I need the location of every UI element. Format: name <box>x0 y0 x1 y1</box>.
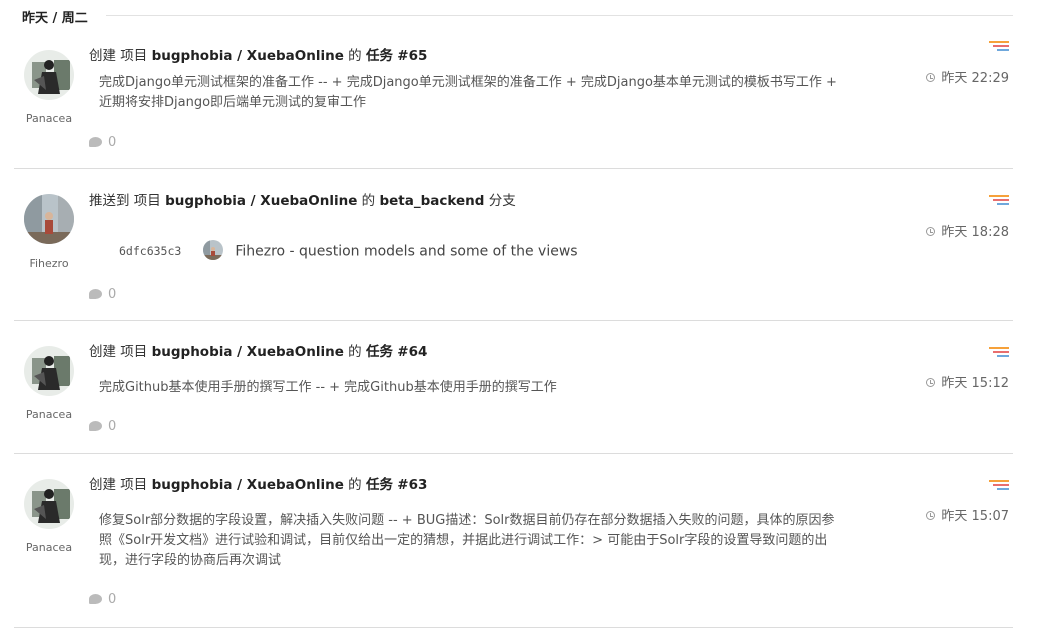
commit-message: Fihezro - question models and some of th… <box>235 243 578 260</box>
comment-count[interactable]: 0 <box>89 419 116 434</box>
fihezro-avatar-icon <box>24 194 74 244</box>
user-avatar[interactable] <box>24 194 74 244</box>
target-type: 分支 <box>488 193 516 209</box>
project-link[interactable]: bugphobia / XuebaOnline <box>152 477 344 493</box>
panacea-avatar-icon <box>24 346 74 396</box>
event-item: Panacea 创建 项目 bugphobia / XuebaOnline 的 … <box>14 454 1013 628</box>
event-time-text: 昨天 15:12 <box>941 376 1009 391</box>
target-type: 任务 <box>365 344 393 360</box>
event-time-text: 昨天 18:28 <box>941 225 1009 240</box>
user-name[interactable]: Panacea <box>14 541 84 554</box>
user-avatar[interactable] <box>24 479 74 529</box>
comment-icon <box>89 421 102 431</box>
comment-count-text: 0 <box>108 287 117 302</box>
comment-count[interactable]: 0 <box>89 592 116 607</box>
user-avatar[interactable] <box>24 346 74 396</box>
comment-count-text: 0 <box>108 592 117 607</box>
event-of: 的 <box>361 193 376 209</box>
issue-type-icon <box>989 347 1009 361</box>
event-action: 创建 项目 <box>89 48 148 64</box>
event-item: Panacea 创建 项目 bugphobia / XuebaOnline 的 … <box>14 26 1013 169</box>
event-action: 创建 项目 <box>89 344 148 360</box>
issue-type-icon <box>989 480 1009 494</box>
project-link[interactable]: bugphobia / XuebaOnline <box>165 193 357 209</box>
push-type-icon <box>989 195 1009 209</box>
comment-count[interactable]: 0 <box>89 135 116 150</box>
project-link[interactable]: bugphobia / XuebaOnline <box>152 344 344 360</box>
clock-icon <box>926 227 936 236</box>
target-type: 任务 <box>365 477 393 493</box>
activity-feed: Panacea 创建 项目 bugphobia / XuebaOnline 的 … <box>14 26 1013 628</box>
event-time-text: 昨天 15:07 <box>941 509 1009 524</box>
event-title: 创建 项目 bugphobia / XuebaOnline 的 任务 #63 <box>89 473 427 493</box>
event-of: 的 <box>348 344 362 360</box>
event-time-text: 昨天 22:29 <box>941 71 1009 86</box>
task-link[interactable]: #64 <box>397 344 427 360</box>
user-name[interactable]: Panacea <box>14 408 84 421</box>
event-time: 昨天 15:07 <box>926 505 1009 524</box>
task-link[interactable]: #63 <box>397 477 427 493</box>
event-of: 的 <box>348 48 362 64</box>
task-link[interactable]: #65 <box>397 48 427 64</box>
day-divider <box>106 15 1013 16</box>
event-time: 昨天 22:29 <box>926 67 1009 86</box>
panacea-avatar-icon <box>24 479 74 529</box>
target-type: 任务 <box>365 48 393 64</box>
day-header: 昨天 / 周二 <box>22 11 88 26</box>
commit-hash-link[interactable]: 6dfc635c3 <box>119 244 181 258</box>
event-title: 创建 项目 bugphobia / XuebaOnline 的 任务 #65 <box>89 44 427 64</box>
branch-link[interactable]: beta_backend <box>379 193 484 209</box>
commit-row: 6dfc635c3 Fihezro - question models and s… <box>119 240 578 262</box>
commit-author-avatar[interactable] <box>203 240 224 260</box>
clock-icon <box>926 73 936 82</box>
event-item: Fihezro 推送到 项目 bugphobia / XuebaOnline 的… <box>14 169 1013 321</box>
comment-count[interactable]: 0 <box>89 287 116 302</box>
clock-icon <box>926 378 936 387</box>
event-description: 完成Django单元测试框架的准备工作 -- + 完成Django单元测试框架的… <box>99 75 837 110</box>
event-description: 修复Solr部分数据的字段设置，解决插入失败问题 -- + BUG描述：Solr… <box>99 513 835 568</box>
comment-icon <box>89 137 102 147</box>
comment-icon <box>89 594 102 604</box>
comment-count-text: 0 <box>108 419 117 434</box>
event-title: 推送到 项目 bugphobia / XuebaOnline 的 beta_ba… <box>89 189 516 209</box>
comment-count-text: 0 <box>108 135 117 150</box>
comment-icon <box>89 289 102 299</box>
user-name[interactable]: Panacea <box>14 112 84 125</box>
clock-icon <box>926 511 936 520</box>
user-name[interactable]: Fihezro <box>14 257 84 270</box>
event-action: 创建 项目 <box>89 477 148 493</box>
panacea-avatar-icon <box>24 50 74 100</box>
event-action: 推送到 项目 <box>89 193 161 209</box>
issue-type-icon <box>989 41 1009 55</box>
project-link[interactable]: bugphobia / XuebaOnline <box>152 48 344 64</box>
user-avatar[interactable] <box>24 50 74 100</box>
event-description: 完成Github基本使用手册的撰写工作 -- + 完成Github基本使用手册的… <box>99 380 557 395</box>
event-of: 的 <box>348 477 362 493</box>
event-item: Panacea 创建 项目 bugphobia / XuebaOnline 的 … <box>14 321 1013 454</box>
event-title: 创建 项目 bugphobia / XuebaOnline 的 任务 #64 <box>89 340 427 360</box>
event-time: 昨天 18:28 <box>926 221 1009 240</box>
event-time: 昨天 15:12 <box>926 372 1009 391</box>
